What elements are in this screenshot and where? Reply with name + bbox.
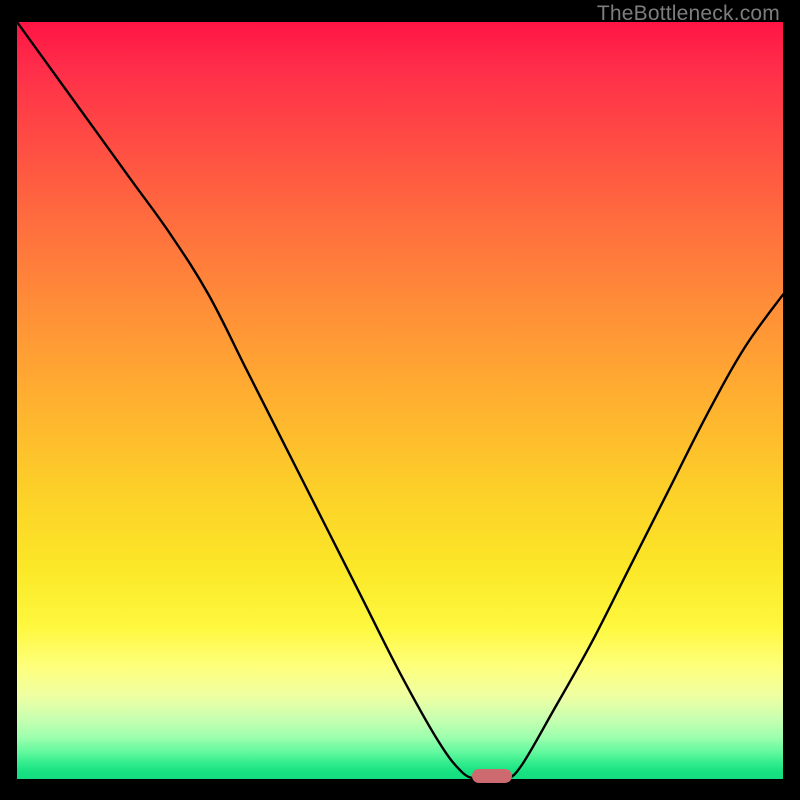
- bottleneck-curve: [17, 22, 783, 779]
- chart-frame: TheBottleneck.com: [0, 0, 800, 800]
- optimum-marker: [472, 769, 512, 783]
- curve-overlay: [17, 22, 783, 779]
- plot-area: [17, 22, 783, 779]
